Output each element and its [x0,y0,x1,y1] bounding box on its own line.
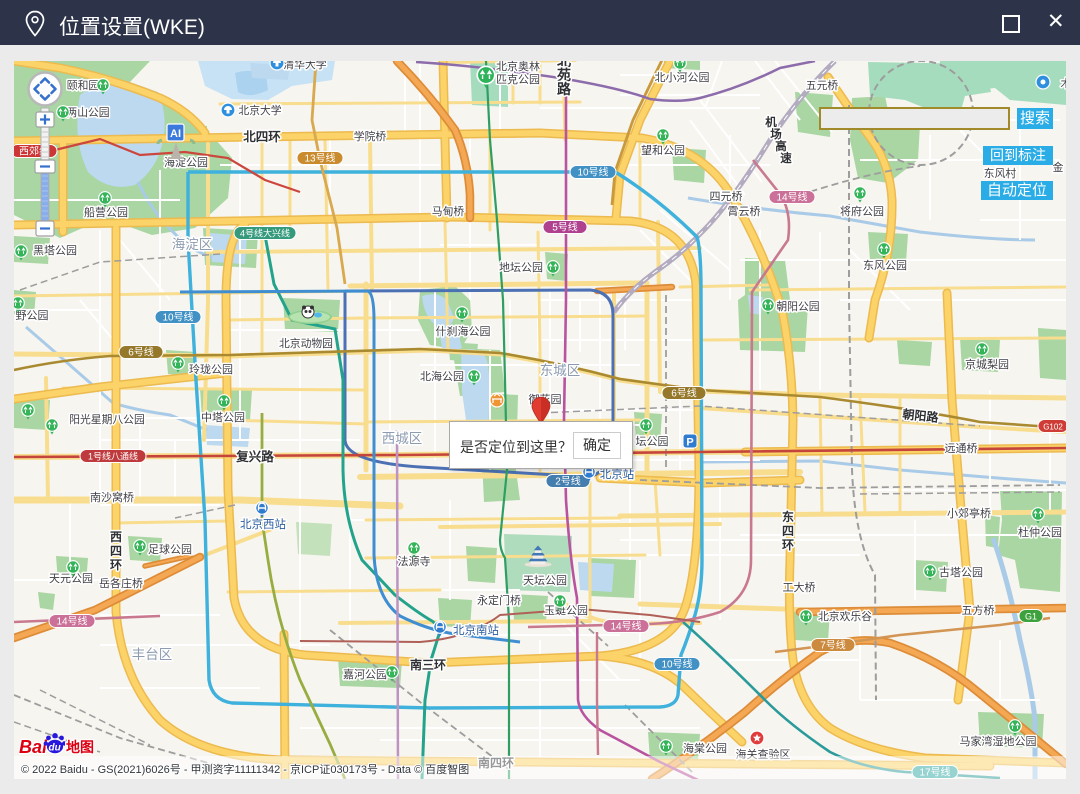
svg-text:P: P [686,437,693,449]
svg-text:足球公园: 足球公园 [148,542,192,556]
svg-text:北京欢乐谷: 北京欢乐谷 [818,609,872,623]
svg-text:京城梨园: 京城梨园 [965,357,1009,371]
svg-text:将府公园: 将府公园 [840,204,884,218]
svg-text:du: du [49,743,61,754]
svg-text:14号线: 14号线 [56,615,87,628]
svg-text:10号线: 10号线 [661,658,692,671]
svg-text:天元公园: 天元公园 [49,572,93,585]
svg-text:船营公园: 船营公园 [84,205,128,219]
svg-text:6号线: 6号线 [671,387,697,400]
svg-text:天坛公园: 天坛公园 [523,574,567,587]
svg-text:4号线大兴线: 4号线大兴线 [240,228,290,239]
svg-text:速: 速 [780,151,792,165]
svg-text:学院桥: 学院桥 [354,129,387,143]
svg-text:什刹海公园: 什刹海公园 [436,324,491,338]
svg-text:两山公园: 两山公园 [66,106,109,119]
svg-text:永定门桥: 永定门桥 [477,593,521,607]
svg-text:坛公园: 坛公园 [636,435,669,448]
svg-text:小郊亭桥: 小郊亭桥 [947,506,991,520]
svg-text:匹克公园: 匹克公园 [496,73,540,86]
svg-text:5号线: 5号线 [552,221,578,234]
svg-text:复兴路: 复兴路 [235,449,274,464]
svg-text:野公园: 野公园 [16,309,49,322]
svg-text:嘉河公园: 嘉河公园 [343,667,387,681]
svg-text:四: 四 [782,524,794,538]
svg-text:东: 东 [782,509,794,524]
svg-text:玲珑公园: 玲珑公园 [189,363,233,376]
svg-text:望和公园: 望和公园 [641,144,685,157]
svg-text:7号线: 7号线 [820,639,846,652]
svg-text:南三环: 南三环 [410,657,446,672]
svg-text:地图: 地图 [66,739,94,755]
svg-text:场: 场 [770,127,782,141]
svg-text:朝阳公园: 朝阳公园 [776,300,819,313]
svg-text:四元桥: 四元桥 [710,190,743,203]
svg-text:五元桥: 五元桥 [806,79,839,92]
svg-text:北京南站: 北京南站 [453,623,499,637]
svg-text:G102: G102 [1043,423,1063,432]
svg-text:6号线: 6号线 [128,346,154,359]
svg-text:颐和园: 颐和园 [67,79,99,92]
svg-text:14号线: 14号线 [610,620,641,633]
svg-text:木: 木 [1061,77,1067,90]
svg-text:西: 西 [110,530,122,544]
svg-text:Bai: Bai [19,737,48,757]
svg-text:北京大学: 北京大学 [238,103,281,117]
svg-text:清华大学: 清华大学 [283,61,326,71]
svg-text:东风村: 东风村 [984,166,1017,180]
svg-text:海棠公园: 海棠公园 [683,741,727,755]
svg-text:G1: G1 [1025,612,1037,622]
svg-text:东风公园: 东风公园 [863,259,907,272]
svg-text:岳各庄桥: 岳各庄桥 [99,576,143,590]
svg-text:霄云桥: 霄云桥 [728,205,761,218]
svg-text:路: 路 [557,81,572,97]
svg-text:西城区: 西城区 [382,431,423,446]
svg-text:阳光星期八公园: 阳光星期八公园 [69,412,145,426]
svg-text:北小河公园: 北小河公园 [655,71,710,84]
svg-text:工大桥: 工大桥 [783,580,816,594]
svg-text:环: 环 [782,538,794,552]
svg-text:中塔公园: 中塔公园 [201,411,245,424]
svg-text:13号线: 13号线 [304,152,335,165]
svg-text:朝阳路: 朝阳路 [902,406,940,425]
svg-text:2号线: 2号线 [555,475,581,488]
svg-text:北京西站: 北京西站 [240,517,286,531]
svg-text:远通桥: 远通桥 [945,442,978,455]
svg-text:马家湾湿地公园: 马家湾湿地公园 [960,734,1037,748]
svg-text:古塔公园: 古塔公园 [939,566,983,579]
svg-text:高: 高 [775,139,787,153]
svg-text:10号线: 10号线 [162,311,193,324]
svg-text:黑塔公园: 黑塔公园 [33,244,77,257]
svg-text:北京奥林: 北京奥林 [496,61,540,73]
svg-text:机: 机 [765,115,777,129]
svg-text:北京动物园: 北京动物园 [279,336,333,350]
svg-text:四: 四 [110,544,122,558]
svg-text:丰台区: 丰台区 [132,647,173,662]
svg-text:北京站: 北京站 [600,467,635,481]
svg-text:环: 环 [110,558,122,572]
svg-text:海淀区: 海淀区 [172,237,213,252]
svg-text:北海公园: 北海公园 [420,369,464,383]
svg-text:10号线: 10号线 [577,166,608,179]
svg-text:14号线: 14号线 [776,191,807,204]
svg-text:玉蜓公园: 玉蜓公园 [544,603,588,617]
svg-text:东城区: 东城区 [540,363,581,378]
svg-text:马甸桥: 马甸桥 [432,205,465,218]
svg-text:AI: AI [170,128,181,140]
svg-text:1号线八通线: 1号线八通线 [88,451,138,462]
svg-text:北四环: 北四环 [243,129,281,144]
svg-text:杜仲公园: 杜仲公园 [1018,525,1062,539]
svg-text:地坛公园: 地坛公园 [499,261,543,274]
svg-text:南沙窝桥: 南沙窝桥 [90,490,134,504]
svg-text:金: 金 [1053,160,1064,174]
svg-text:五方桥: 五方桥 [962,603,995,617]
